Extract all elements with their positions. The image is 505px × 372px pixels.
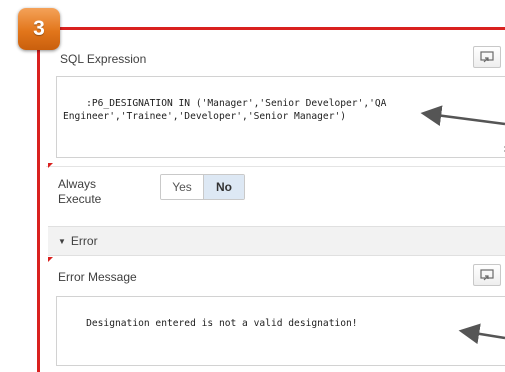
annotation-arrows (420, 105, 505, 345)
arrow-to-error-message (458, 323, 505, 345)
arrow-to-sql-expression (420, 105, 505, 126)
